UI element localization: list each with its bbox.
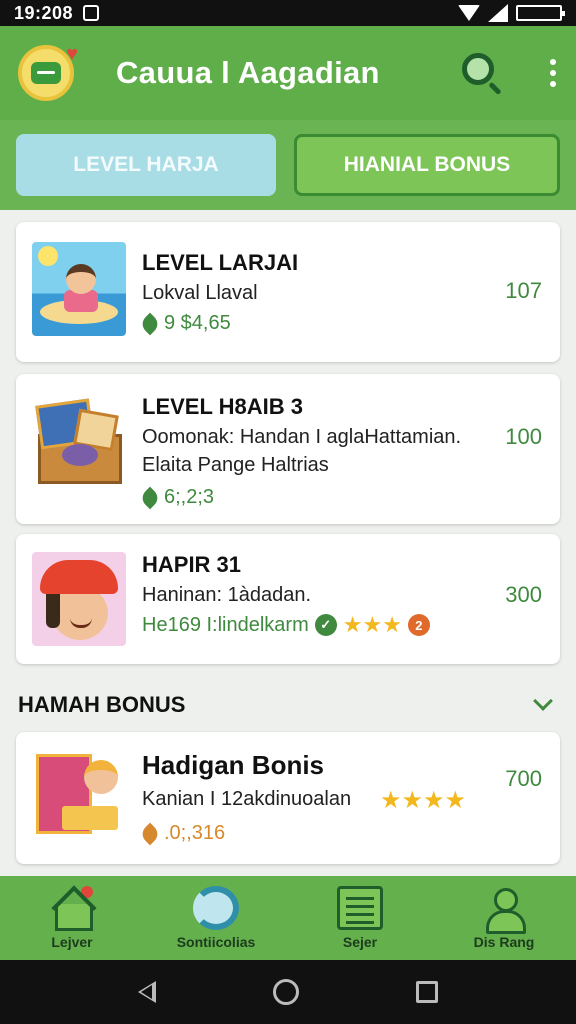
bonus-thumbnail bbox=[32, 746, 126, 840]
nav-label: Sejer bbox=[342, 934, 378, 950]
list-icon bbox=[337, 886, 383, 930]
card-description-2: Elaita Pange Haltrias bbox=[142, 454, 329, 476]
nav-label: Lejver bbox=[51, 934, 93, 950]
more-options-icon[interactable] bbox=[548, 59, 558, 87]
card-score: 300 bbox=[505, 582, 542, 607]
system-nav-bar bbox=[0, 960, 576, 1024]
leaf-icon bbox=[138, 822, 162, 845]
app-logo-icon[interactable]: ♥ bbox=[18, 43, 78, 101]
bonus-meta-value: .0;,316 bbox=[164, 822, 226, 844]
card-description: Oomonak: Handan I aglaHattamian. bbox=[142, 426, 462, 448]
nav-item-refresh[interactable]: Sontiicolias bbox=[144, 876, 288, 960]
nav-item-profile[interactable]: Dis Rang bbox=[432, 876, 576, 960]
level-card-2[interactable]: LEVEL H8AIB 3 Oomonak: Handan I aglaHatt… bbox=[16, 374, 560, 524]
level-thumbnail bbox=[32, 552, 126, 646]
tab-level[interactable]: LEVEL HARJA bbox=[16, 134, 276, 196]
bonus-title: Hadigan Bonis bbox=[142, 750, 325, 780]
count-badge-icon: 2 bbox=[407, 614, 430, 636]
back-icon[interactable] bbox=[138, 981, 157, 1003]
card-meta: He169 I:lindelkarm ✓ ★★★ 2 bbox=[142, 612, 430, 638]
battery-icon bbox=[516, 5, 565, 21]
notification-icon bbox=[83, 5, 100, 21]
search-icon[interactable] bbox=[460, 51, 504, 96]
leaf-icon bbox=[138, 312, 162, 335]
heart-icon: ♥ bbox=[66, 43, 78, 65]
app-bar: ♥ Cauua l Aagadian bbox=[0, 26, 576, 120]
level-thumbnail bbox=[32, 394, 126, 488]
level-thumbnail bbox=[32, 242, 126, 336]
section-title: HAMAH BONUS bbox=[18, 692, 186, 717]
card-meta-value: He169 I:lindelkarm bbox=[142, 613, 309, 636]
level-card-3[interactable]: HAPIR 31 Haninan: 1àdadan. He169 I:linde… bbox=[16, 534, 560, 664]
card-meta: 9 $4,65 bbox=[138, 312, 231, 335]
badge-icon: ✓ bbox=[314, 614, 337, 636]
card-title: LEVEL H8AIB 3 bbox=[142, 394, 303, 419]
card-subtitle: Lokval Llaval bbox=[142, 282, 258, 304]
card-score: 107 bbox=[505, 278, 542, 303]
nav-label: Dis Rang bbox=[473, 934, 535, 950]
status-time: 19:208 bbox=[14, 2, 74, 23]
card-meta-value: 6;,2;3 bbox=[164, 486, 215, 508]
status-bar: 19:208 bbox=[0, 0, 576, 26]
content-list: LEVEL LARJAI Lokval Llaval 9 $4,65 107 L… bbox=[0, 210, 576, 876]
tab-bar: LEVEL HARJA HIANIAL BONUS bbox=[0, 120, 576, 210]
app-title: Cauua l Aagadian bbox=[116, 55, 380, 90]
bonus-card[interactable]: Hadigan Bonis Kanian I 12akdinuoalan ★★★… bbox=[16, 732, 560, 864]
nav-label: Sontiicolias bbox=[176, 934, 256, 950]
card-meta: 6;,2;3 bbox=[138, 486, 215, 509]
bonus-subtitle: Kanian I 12akdinuoalan bbox=[142, 788, 352, 810]
stars-icon: ★★★★ bbox=[380, 787, 467, 814]
nav-item-home[interactable]: Lejver bbox=[0, 876, 144, 960]
refresh-icon bbox=[193, 886, 239, 930]
chevron-down-icon[interactable] bbox=[533, 691, 553, 711]
user-icon bbox=[481, 886, 527, 934]
wifi-icon bbox=[458, 5, 480, 21]
nav-item-list[interactable]: Sejer bbox=[288, 876, 432, 960]
signal-icon bbox=[488, 4, 508, 22]
bonus-meta: .0;,316 bbox=[138, 822, 226, 845]
level-card-1[interactable]: LEVEL LARJAI Lokval Llaval 9 $4,65 107 bbox=[16, 222, 560, 362]
home-icon bbox=[49, 886, 95, 931]
bonus-score: 700 bbox=[505, 766, 542, 791]
leaf-icon bbox=[138, 486, 162, 509]
stars-icon: ★★★ bbox=[342, 612, 402, 637]
status-icons bbox=[458, 4, 565, 22]
card-subtitle: Haninan: 1àdadan. bbox=[142, 584, 312, 606]
card-title: HAPIR 31 bbox=[142, 552, 242, 577]
home-circle-icon[interactable] bbox=[272, 979, 299, 1005]
tab-bonus[interactable]: HIANIAL BONUS bbox=[294, 134, 560, 196]
bottom-nav: Lejver Sontiicolias Sejer Dis Rang bbox=[0, 876, 576, 960]
card-meta-value: 9 $4,65 bbox=[164, 312, 231, 334]
card-title: LEVEL LARJAI bbox=[142, 250, 299, 275]
card-score: 100 bbox=[505, 424, 542, 449]
recent-apps-icon[interactable] bbox=[415, 981, 438, 1003]
